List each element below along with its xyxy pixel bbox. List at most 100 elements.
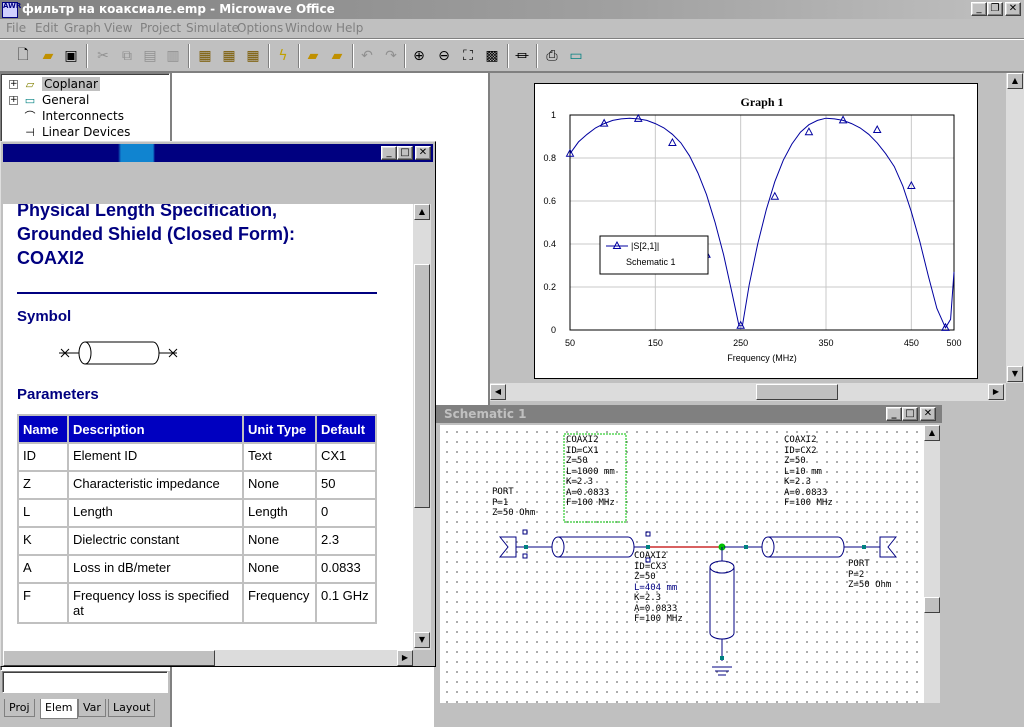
help-heading-line2: Grounded Shield (Closed Form):: [17, 224, 295, 244]
toolbar-separator: [404, 44, 406, 68]
print-icon[interactable]: ⎙: [541, 45, 563, 67]
copy-icon[interactable]: ⧉: [116, 45, 138, 67]
scroll-down-button[interactable]: ▼: [1007, 366, 1023, 382]
graph-chart: Graph 100.20.40.60.8150 150 250 350 450 500Fr…: [543, 95, 961, 363]
redo-icon[interactable]: ↷: [380, 45, 402, 67]
menu-options[interactable]: Options: [237, 21, 283, 35]
scroll-right-button[interactable]: ▶: [988, 384, 1004, 400]
table-cell: Characteristic impedance: [67, 470, 244, 500]
undo-icon[interactable]: ↶: [356, 45, 378, 67]
folder-up-icon[interactable]: ▰: [302, 45, 324, 67]
column-header-default: Default: [315, 414, 377, 444]
zoom-fit-icon[interactable]: ⛶: [457, 45, 479, 67]
zoom-in-icon[interactable]: ⊕: [408, 45, 430, 67]
schematic-title-bar: Schematic 1 _ □ ✕: [434, 405, 942, 423]
scroll-up-button[interactable]: ▲: [414, 204, 430, 220]
table-cell: A: [17, 554, 69, 584]
schematic-vertical-scrollbar[interactable]: ▲: [924, 425, 940, 703]
table-row: A Loss in dB/meter None 0.0833: [17, 554, 377, 584]
help-divider: [17, 292, 377, 294]
table-row: F Frequency loss is specified at Frequen…: [17, 582, 377, 624]
help-vertical-scrollbar[interactable]: ▲ ▼: [413, 204, 431, 650]
tab-var[interactable]: Var: [78, 699, 106, 717]
paste-icon[interactable]: ▤: [139, 45, 161, 67]
scroll-thumb[interactable]: [414, 264, 430, 508]
port1-symbol[interactable]: [498, 529, 528, 559]
coax-symbol-image: [59, 341, 178, 365]
data-point-marker: [872, 124, 882, 134]
minimize-button[interactable]: _: [886, 407, 902, 421]
y-tick-label: 0.8: [543, 153, 556, 163]
close-button[interactable]: ✕: [1005, 2, 1021, 16]
scroll-thumb[interactable]: [3, 650, 215, 666]
y-tick-label: 0.6: [543, 196, 556, 206]
minimize-button[interactable]: _: [381, 146, 397, 160]
restore-button[interactable]: ❐: [987, 2, 1003, 16]
tree-item-linear-devices[interactable]: ⊣ Linear Devices: [22, 124, 130, 140]
tab-elem[interactable]: Elem: [40, 699, 78, 719]
add-icon[interactable]: ▦: [242, 45, 264, 67]
menu-file[interactable]: File: [6, 21, 26, 35]
toolbar-separator: [536, 44, 538, 68]
graph-horizontal-scrollbar[interactable]: ◀ ▶: [490, 383, 1006, 401]
help-title-bar: _ □ ✕: [3, 144, 433, 162]
tree-item-interconnects[interactable]: ⌒ Interconnects: [22, 108, 125, 124]
tab-layout[interactable]: Layout: [108, 699, 156, 717]
scroll-thumb[interactable]: [924, 597, 940, 613]
lightning-icon[interactable]: ϟ: [272, 45, 294, 67]
scroll-thumb[interactable]: [756, 384, 838, 400]
column-header-unit-type: Unit Type: [242, 414, 317, 444]
column-header-description: Description: [67, 414, 244, 444]
table-cell: 0.1 GHz: [315, 582, 377, 624]
menu-graph[interactable]: Graph: [64, 21, 101, 35]
menu-simulate[interactable]: Simulate: [186, 21, 239, 35]
menu-window[interactable]: Window: [285, 21, 332, 35]
close-button[interactable]: ✕: [920, 407, 936, 421]
table-row: L Length Length 0: [17, 498, 377, 528]
maximize-button[interactable]: □: [902, 407, 918, 421]
graph-vertical-scrollbar[interactable]: ▲ ▼: [1006, 73, 1024, 383]
zoom-area-icon[interactable]: ▩: [481, 45, 503, 67]
tree-item-general[interactable]: + ▭ General: [9, 92, 89, 108]
browser-tabs: Proj Elem Var Layout: [0, 699, 170, 721]
tree-item-coplanar[interactable]: + ▱ Coplanar: [9, 76, 100, 92]
open-folder-icon[interactable]: ▰: [37, 45, 59, 67]
port2-symbol[interactable]: [879, 536, 898, 558]
folder-down-icon[interactable]: ▰: [326, 45, 348, 67]
paste-special-icon[interactable]: ▥: [162, 45, 184, 67]
maximize-button[interactable]: □: [397, 146, 413, 160]
coax-cx2-symbol[interactable]: [724, 536, 880, 558]
general-icon: ▭: [24, 93, 36, 107]
menu-help[interactable]: Help: [336, 21, 363, 35]
component-icon[interactable]: ⏛: [511, 45, 533, 67]
y-tick-label: 0.4: [543, 239, 556, 249]
minimize-button[interactable]: _: [971, 2, 987, 16]
coax-cx3-symbol[interactable]: [709, 547, 735, 676]
cut-icon[interactable]: ✂: [92, 45, 114, 67]
scroll-up-button[interactable]: ▲: [924, 425, 940, 441]
close-button[interactable]: ✕: [415, 146, 431, 160]
scroll-up-button[interactable]: ▲: [1007, 73, 1023, 89]
tab-proj[interactable]: Proj: [4, 699, 35, 717]
export-icon[interactable]: ▦: [218, 45, 240, 67]
zoom-out-icon[interactable]: ⊖: [433, 45, 455, 67]
symbol-section-title: Symbol: [17, 308, 72, 325]
import-icon[interactable]: ▦: [194, 45, 216, 67]
table-cell: None: [242, 554, 317, 584]
layout-icon[interactable]: ▭: [565, 45, 587, 67]
expand-icon[interactable]: +: [9, 79, 18, 89]
menu-view[interactable]: View: [104, 21, 132, 35]
graph-plot-area[interactable]: Graph 1 0 0.2 0.4 0.6 0.8 1 50 150 250 350 450 500 Fr…: [534, 83, 978, 379]
help-horizontal-scrollbar[interactable]: ▶: [3, 650, 413, 666]
menu-edit[interactable]: Edit: [35, 21, 58, 35]
expand-icon[interactable]: +: [9, 95, 18, 105]
schematic-canvas[interactable]: PORT P=1 Z=50 Ohm COAXI2 ID=CX1 Z=50 L=1…: [440, 425, 924, 703]
save-icon[interactable]: ▣: [60, 45, 82, 67]
table-cell: Length: [67, 498, 244, 528]
cx1-label: COAXI2 ID=CX1 Z=50 L=1000 mm K=2.3 A=0.0…: [566, 435, 615, 508]
menu-project[interactable]: Project: [140, 21, 181, 35]
scroll-left-button[interactable]: ◀: [490, 384, 506, 400]
scroll-right-button[interactable]: ▶: [397, 650, 413, 666]
new-file-icon[interactable]: 🗋: [12, 45, 34, 67]
scroll-down-button[interactable]: ▼: [414, 632, 430, 648]
